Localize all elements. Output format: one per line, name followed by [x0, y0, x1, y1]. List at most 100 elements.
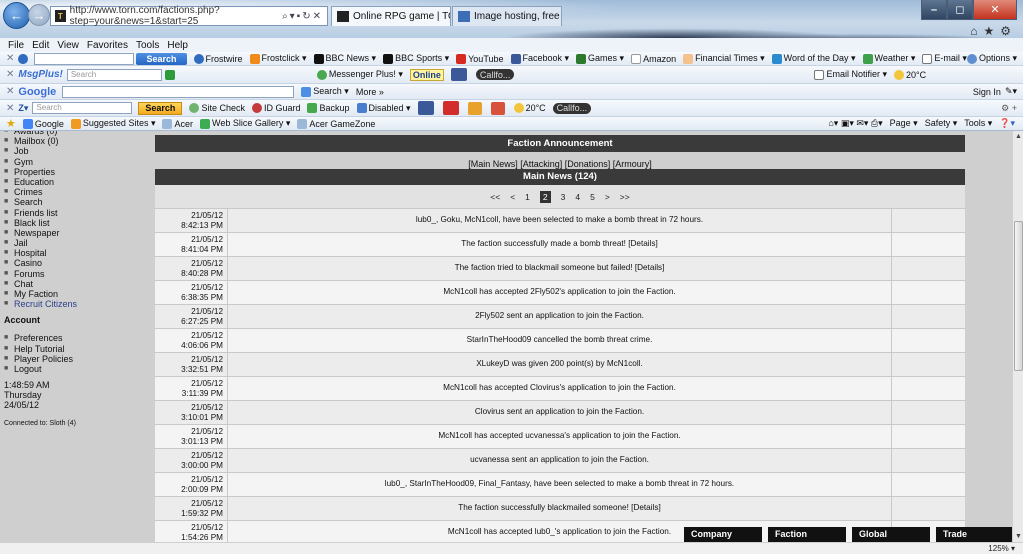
scroll-down-arrow-icon[interactable]: ▼ — [1014, 532, 1023, 541]
menu-help[interactable]: Help — [167, 40, 188, 51]
menu-edit[interactable]: Edit — [32, 40, 49, 51]
fav-google[interactable]: Google — [22, 118, 64, 129]
wrench-icon[interactable]: ✎▾ — [1005, 86, 1017, 97]
maximize-button[interactable]: ◻ — [947, 0, 973, 20]
home-favorites-tools-icons[interactable]: ⌂★⚙ — [970, 24, 1017, 38]
weather-menu[interactable]: Weather ▾ — [862, 53, 915, 64]
backup-button[interactable]: Backup — [307, 103, 350, 113]
sidebar-nav-item[interactable]: ■ Search — [4, 197, 150, 207]
sidebar-nav-item[interactable]: ■ Black list — [4, 218, 150, 228]
close-toolbar-icon[interactable]: ✕ — [6, 69, 14, 80]
google-search-input[interactable] — [62, 85, 295, 98]
games-menu[interactable]: Games ▾ — [576, 53, 624, 64]
sidebar-nav-item[interactable]: ■ Forums — [4, 269, 150, 279]
fav-suggested-sites[interactable]: Suggested Sites ▾ — [70, 118, 155, 129]
options-menu[interactable]: Options ▾ — [966, 53, 1017, 64]
email-notifier-menu[interactable]: Email Notifier ▾ — [814, 69, 887, 80]
disabled-menu[interactable]: Disabled ▾ — [356, 103, 411, 114]
pager-link[interactable]: 1 — [525, 192, 530, 202]
fav-web-slice-gallery[interactable]: Web Slice Gallery ▾ — [199, 118, 290, 129]
sidebar-nav-item[interactable]: ■ Education — [4, 177, 150, 187]
chat-tab-trade[interactable]: Trade — [936, 527, 1012, 542]
site-check-button[interactable]: Site Check — [189, 103, 245, 113]
callfo-widget[interactable]: Callfo... — [552, 102, 592, 114]
zoom-level[interactable]: 125% ▾ — [988, 544, 1015, 553]
safety-menu[interactable]: Safety ▾ — [925, 118, 958, 129]
email-menu[interactable]: E-mail ▾ — [922, 53, 967, 64]
tab-torn[interactable]: Online RPG game | TORN C... × — [331, 6, 451, 26]
pager-link[interactable]: 5 — [590, 192, 595, 202]
financial-times-menu[interactable]: Financial Times ▾ — [683, 53, 765, 64]
address-tools-icon[interactable]: ⌕▾▪↻✕ — [282, 11, 327, 22]
facebook-menu[interactable]: Facebook ▾ — [510, 53, 569, 64]
sidebar-nav-item[interactable]: ■ Newspaper — [4, 228, 150, 238]
account-nav-item[interactable]: ■ Preferences — [4, 333, 150, 343]
scroll-thumb[interactable] — [1014, 221, 1023, 371]
bbc-sports-menu[interactable]: BBC Sports ▾ — [383, 53, 449, 64]
chat-tab-company[interactable]: Company — [684, 527, 762, 542]
minimize-button[interactable]: – — [921, 0, 947, 20]
sidebar-nav-item[interactable]: ■ Jail — [4, 238, 150, 248]
sidebar-nav-item[interactable]: ■ Crimes — [4, 187, 150, 197]
go-arrow-icon[interactable] — [164, 69, 175, 80]
frostclick-menu[interactable]: Frostclick ▾ — [249, 53, 307, 64]
menu-file[interactable]: File — [8, 40, 24, 51]
facebook-button[interactable] — [450, 68, 469, 81]
address-text[interactable]: http://www.torn.com/factions.php?step=yo… — [70, 5, 282, 27]
sidebar-nav-item[interactable]: ■ Job — [4, 146, 150, 156]
close-toolbar-icon[interactable]: ✕ — [6, 86, 14, 97]
vertical-scrollbar[interactable]: ▲ ▼ — [1012, 131, 1023, 542]
sidebar-nav-item[interactable]: ■ Casino — [4, 258, 150, 268]
pager-link[interactable]: 3 — [561, 192, 566, 202]
close-window-button[interactable]: ✕ — [973, 0, 1017, 20]
sidebar-nav-item[interactable]: ■ Friends list — [4, 208, 150, 218]
callfo-widget[interactable]: Callfo... — [475, 69, 515, 80]
sidebar-nav-item[interactable]: ■ Mailbox (0) — [4, 136, 150, 146]
game-icon-button[interactable] — [467, 101, 484, 115]
back-button[interactable]: ← — [3, 2, 30, 29]
sidebar-nav-item[interactable]: ■ Hospital — [4, 248, 150, 258]
command-icons[interactable]: ⌂▾ ▣▾ ✉▾ ⎙▾ — [828, 118, 882, 129]
sidebar-nav-item[interactable]: ■ Gym — [4, 157, 150, 167]
word-of-day-menu[interactable]: Word of the Day ▾ — [771, 53, 856, 64]
close-toolbar-icon[interactable]: ✕ — [6, 53, 14, 64]
pager-link[interactable]: < — [510, 192, 515, 202]
sidebar-nav-item[interactable]: ■ Properties — [4, 167, 150, 177]
online-profits-badge[interactable]: Online — [409, 68, 444, 81]
amazon-link[interactable]: Amazon — [631, 53, 676, 64]
page-menu[interactable]: Page ▾ — [890, 118, 918, 129]
pager-link[interactable]: 4 — [575, 192, 580, 202]
scroll-up-arrow-icon[interactable]: ▲ — [1014, 132, 1023, 141]
weather-temp[interactable]: 20°C — [513, 103, 546, 113]
id-guard-button[interactable]: ID Guard — [251, 103, 300, 113]
frostwire-search-button[interactable]: Search — [136, 52, 187, 65]
pager-link[interactable]: > — [605, 192, 610, 202]
tab-image-hosting[interactable]: Image hosting, free photo shar... — [452, 6, 562, 26]
facebook-button[interactable] — [417, 101, 436, 115]
tools-menu[interactable]: Tools ▾ — [964, 118, 992, 129]
faction-news-links[interactable]: [Main News] [Attacking] [Donations] [Arm… — [155, 159, 965, 169]
chat-tab-global[interactable]: Global — [852, 527, 930, 542]
menu-view[interactable]: View — [57, 40, 79, 51]
flash-games-button[interactable] — [442, 101, 461, 115]
google-search-button[interactable]: Search ▾ — [301, 86, 349, 97]
fav-acer[interactable]: Acer — [162, 118, 193, 129]
frostwire-link[interactable]: Frostwire — [193, 53, 243, 64]
forward-button[interactable]: → — [28, 4, 50, 26]
pager-link[interactable]: >> — [620, 192, 630, 202]
zonealarm-search-button[interactable]: Search — [138, 101, 183, 115]
zonealarm-search-input[interactable]: Search — [32, 102, 133, 114]
frostwire-search-input[interactable] — [33, 52, 135, 65]
msgplus-search-input[interactable]: Search — [66, 68, 162, 81]
pager-link[interactable]: << — [490, 192, 500, 202]
google-sign-in-button[interactable]: Sign In ✎▾ — [973, 86, 1017, 97]
help-icon[interactable]: ❓▾ — [999, 118, 1015, 129]
favorites-star-icon[interactable]: ★ — [6, 117, 16, 130]
close-toolbar-icon[interactable]: ✕ — [6, 103, 14, 114]
google-more-button[interactable]: More » — [356, 87, 384, 97]
account-nav-item[interactable]: ■ Logout — [4, 364, 150, 374]
account-nav-item[interactable]: ■ Player Policies — [4, 354, 150, 364]
sidebar-nav-item[interactable]: ■ Recruit Citizens — [4, 299, 150, 309]
pager-link[interactable]: 2 — [539, 190, 551, 203]
fav-acer-gamezone[interactable]: Acer GameZone — [297, 118, 375, 129]
